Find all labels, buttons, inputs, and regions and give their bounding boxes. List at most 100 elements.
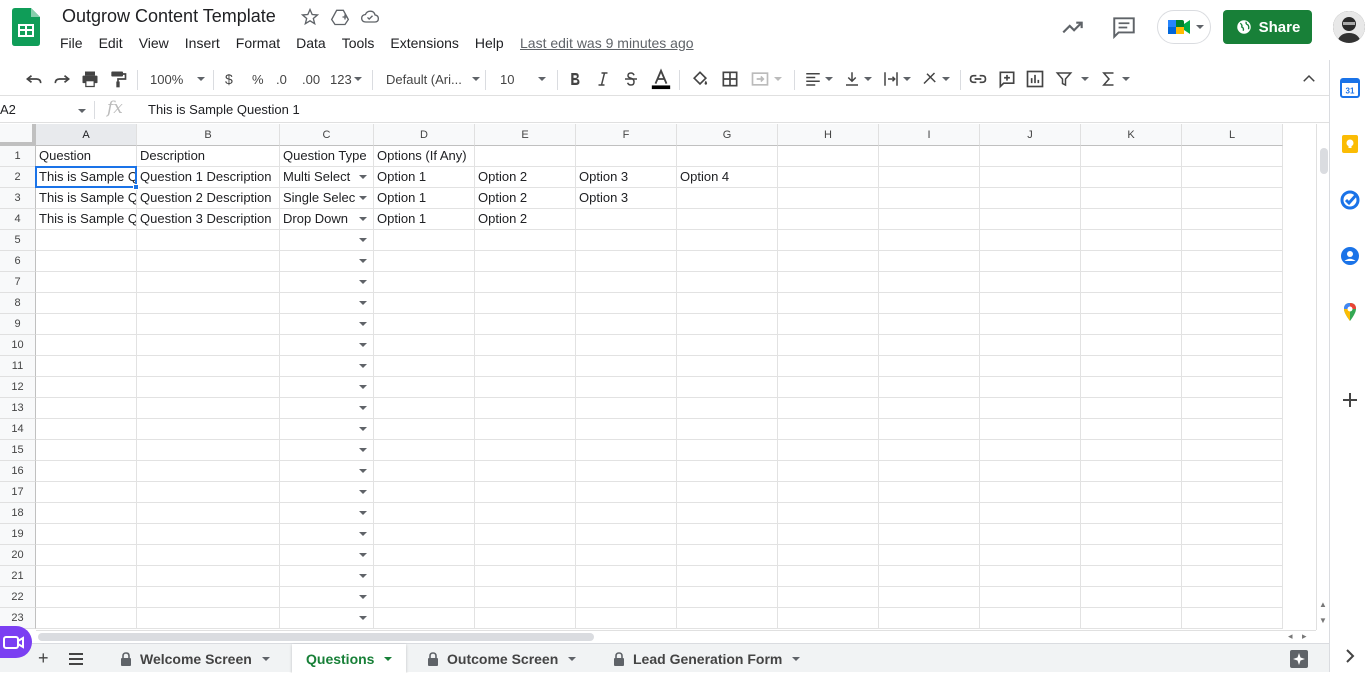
cell-i8[interactable] (879, 293, 980, 314)
cell-k7[interactable] (1081, 272, 1182, 293)
column-header-j[interactable]: J (980, 124, 1081, 146)
cell-j10[interactable] (980, 335, 1081, 356)
cell-j22[interactable] (980, 587, 1081, 608)
cell-d1[interactable]: Options (If Any) (374, 146, 475, 167)
cell-b18[interactable] (137, 503, 280, 524)
cell-d17[interactable] (374, 482, 475, 503)
cell-k8[interactable] (1081, 293, 1182, 314)
column-header-i[interactable]: I (879, 124, 980, 146)
zoom-select[interactable]: 100% (150, 69, 206, 89)
cell-i21[interactable] (879, 566, 980, 587)
insert-chart-icon[interactable] (1025, 69, 1045, 89)
cell-g20[interactable] (677, 545, 778, 566)
cell-i17[interactable] (879, 482, 980, 503)
row-header[interactable]: 20 (0, 545, 36, 566)
add-sheet-icon[interactable]: + (38, 648, 49, 669)
decrease-decimal-button[interactable]: .0 (276, 69, 287, 89)
cell-c6[interactable] (280, 251, 374, 272)
cell-g5[interactable] (677, 230, 778, 251)
cell-c7[interactable] (280, 272, 374, 293)
name-box[interactable]: A2 (0, 101, 92, 121)
horizontal-scroll-thumb[interactable] (38, 633, 594, 641)
cell-a8[interactable] (36, 293, 137, 314)
cell-l8[interactable] (1182, 293, 1283, 314)
cell-b15[interactable] (137, 440, 280, 461)
cell-b12[interactable] (137, 377, 280, 398)
cell-f20[interactable] (576, 545, 677, 566)
cell-c12[interactable] (280, 377, 374, 398)
scroll-up-arrow-icon[interactable]: ▲ (1319, 600, 1327, 609)
cell-b19[interactable] (137, 524, 280, 545)
cell-e22[interactable] (475, 587, 576, 608)
dropdown-chevron-icon[interactable] (359, 259, 367, 263)
cell-l9[interactable] (1182, 314, 1283, 335)
hide-side-panel-icon[interactable] (1340, 646, 1360, 666)
cell-c14[interactable] (280, 419, 374, 440)
cell-j16[interactable] (980, 461, 1081, 482)
cell-c8[interactable] (280, 293, 374, 314)
cell-e17[interactable] (475, 482, 576, 503)
column-header-f[interactable]: F (576, 124, 677, 146)
row-header[interactable]: 22 (0, 587, 36, 608)
cell-k18[interactable] (1081, 503, 1182, 524)
cell-g23[interactable] (677, 608, 778, 629)
cell-b3[interactable]: Question 2 Description (137, 188, 280, 209)
cell-a5[interactable] (36, 230, 137, 251)
cell-a2[interactable]: This is Sample Q (36, 167, 137, 188)
row-header[interactable]: 2 (0, 167, 36, 188)
cell-k2[interactable] (1081, 167, 1182, 188)
cell-b11[interactable] (137, 356, 280, 377)
cell-b8[interactable] (137, 293, 280, 314)
dropdown-chevron-icon[interactable] (359, 175, 367, 179)
cell-g16[interactable] (677, 461, 778, 482)
row-header[interactable]: 7 (0, 272, 36, 293)
dropdown-chevron-icon[interactable] (359, 301, 367, 305)
cell-j5[interactable] (980, 230, 1081, 251)
cell-c4[interactable]: Drop Down (280, 209, 374, 230)
cell-d22[interactable] (374, 587, 475, 608)
vertical-scrollbar[interactable]: ▲ ▼ (1316, 124, 1329, 630)
cell-c11[interactable] (280, 356, 374, 377)
more-formats-button[interactable]: 123 (330, 69, 362, 89)
cell-g19[interactable] (677, 524, 778, 545)
cell-b22[interactable] (137, 587, 280, 608)
sheet-tab-outcome-screen[interactable]: Outcome Screen (413, 644, 590, 673)
cell-k22[interactable] (1081, 587, 1182, 608)
cell-h20[interactable] (778, 545, 879, 566)
insert-link-icon[interactable] (968, 69, 988, 89)
row-header[interactable]: 17 (0, 482, 36, 503)
cell-i15[interactable] (879, 440, 980, 461)
cell-d19[interactable] (374, 524, 475, 545)
cell-a21[interactable] (36, 566, 137, 587)
cell-e7[interactable] (475, 272, 576, 293)
cell-g18[interactable] (677, 503, 778, 524)
cell-f15[interactable] (576, 440, 677, 461)
cell-j23[interactable] (980, 608, 1081, 629)
cell-h21[interactable] (778, 566, 879, 587)
row-header[interactable]: 4 (0, 209, 36, 230)
cell-d10[interactable] (374, 335, 475, 356)
cell-b16[interactable] (137, 461, 280, 482)
all-sheets-icon[interactable] (68, 652, 84, 666)
row-header[interactable]: 18 (0, 503, 36, 524)
cell-h13[interactable] (778, 398, 879, 419)
cell-l22[interactable] (1182, 587, 1283, 608)
cell-c17[interactable] (280, 482, 374, 503)
cell-k19[interactable] (1081, 524, 1182, 545)
column-header-h[interactable]: H (778, 124, 879, 146)
cell-i11[interactable] (879, 356, 980, 377)
dropdown-chevron-icon[interactable] (359, 343, 367, 347)
cell-b6[interactable] (137, 251, 280, 272)
cell-e5[interactable] (475, 230, 576, 251)
cell-l17[interactable] (1182, 482, 1283, 503)
dropdown-chevron-icon[interactable] (359, 595, 367, 599)
cell-d15[interactable] (374, 440, 475, 461)
cell-h10[interactable] (778, 335, 879, 356)
cell-b9[interactable] (137, 314, 280, 335)
cell-h15[interactable] (778, 440, 879, 461)
cell-a19[interactable] (36, 524, 137, 545)
borders-icon[interactable] (720, 69, 740, 89)
cell-a4[interactable]: This is Sample Q (36, 209, 137, 230)
cell-f23[interactable] (576, 608, 677, 629)
cell-l16[interactable] (1182, 461, 1283, 482)
